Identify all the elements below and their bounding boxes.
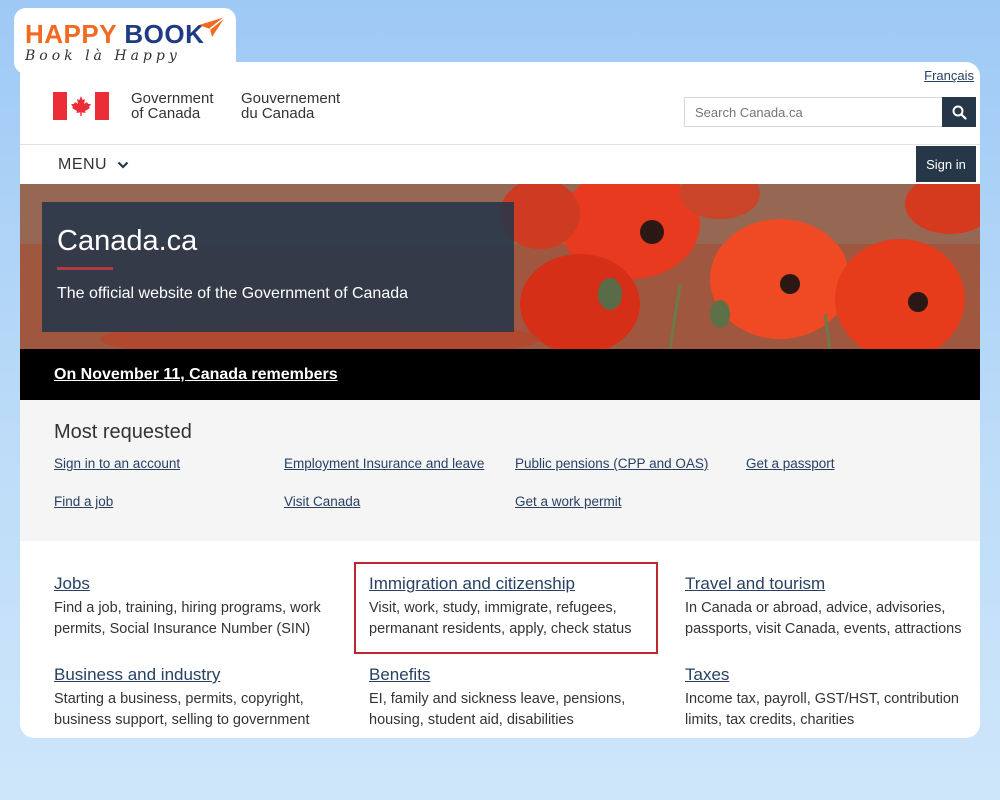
topic-title-travel[interactable]: Travel and tourism bbox=[685, 574, 970, 594]
hero-title-panel: Canada.ca The official website of the Go… bbox=[42, 202, 514, 332]
topic-taxes: Taxes Income tax, payroll, GST/HST, cont… bbox=[685, 665, 970, 731]
canada-homepage: Français Government of Canada Gouverneme… bbox=[20, 62, 980, 738]
topic-title-taxes[interactable]: Taxes bbox=[685, 665, 970, 685]
topic-jobs: Jobs Find a job, training, hiring progra… bbox=[54, 574, 339, 640]
work-permit-link[interactable]: Get a work permit bbox=[515, 494, 622, 509]
topic-title-benefits[interactable]: Benefits bbox=[369, 665, 654, 685]
francais-link[interactable]: Français bbox=[924, 68, 974, 83]
logo-tagline: Book là Happy bbox=[25, 48, 181, 64]
search-input[interactable] bbox=[684, 97, 942, 127]
menu-button[interactable]: MENU bbox=[58, 156, 129, 174]
visit-canada-link[interactable]: Visit Canada bbox=[284, 494, 360, 509]
topic-desc-benefits: EI, family and sickness leave, pensions,… bbox=[369, 691, 626, 728]
public-pensions-link[interactable]: Public pensions (CPP and OAS) bbox=[515, 456, 708, 471]
header-divider bbox=[20, 144, 980, 145]
happy-book-logo: HAPPY BOOK Book là Happy bbox=[14, 8, 236, 74]
canada-flag-icon bbox=[53, 92, 109, 120]
feature-banner: On November 11, Canada remembers bbox=[20, 349, 980, 400]
most-requested-title: Most requested bbox=[54, 421, 192, 443]
menu-label: MENU bbox=[58, 156, 108, 173]
topic-title-business[interactable]: Business and industry bbox=[54, 665, 339, 685]
hero-banner: Canada.ca The official website of the Go… bbox=[20, 184, 980, 349]
find-job-link[interactable]: Find a job bbox=[54, 494, 113, 509]
signature-english[interactable]: Government of Canada bbox=[131, 91, 214, 121]
most-requested-section: Most requested Sign in to an account Emp… bbox=[20, 400, 980, 541]
search-bar bbox=[684, 97, 976, 127]
search-button[interactable] bbox=[942, 97, 976, 127]
topic-title-jobs[interactable]: Jobs bbox=[54, 574, 339, 594]
topic-desc-business: Starting a business, permits, copyright,… bbox=[54, 691, 310, 728]
employment-insurance-link[interactable]: Employment Insurance and leave bbox=[284, 456, 484, 471]
paper-plane-icon bbox=[199, 16, 226, 37]
get-passport-link[interactable]: Get a passport bbox=[746, 456, 835, 471]
topic-travel: Travel and tourism In Canada or abroad, … bbox=[685, 574, 970, 640]
topic-business: Business and industry Starting a busines… bbox=[54, 665, 339, 731]
remembrance-day-link[interactable]: On November 11, Canada remembers bbox=[54, 366, 338, 384]
signature-french[interactable]: Gouvernement du Canada bbox=[241, 91, 340, 121]
immigration-highlight-box bbox=[354, 562, 658, 654]
hero-title: Canada.ca bbox=[57, 225, 198, 257]
sign-in-button[interactable]: Sign in bbox=[916, 146, 976, 182]
chevron-down-icon bbox=[117, 161, 129, 169]
topic-benefits: Benefits EI, family and sickness leave, … bbox=[369, 665, 654, 731]
topic-desc-travel: In Canada or abroad, advice, advisories,… bbox=[685, 600, 962, 637]
topic-desc-taxes: Income tax, payroll, GST/HST, contributi… bbox=[685, 691, 959, 728]
hero-subtitle: The official website of the Government o… bbox=[57, 285, 409, 302]
topic-desc-jobs: Find a job, training, hiring programs, w… bbox=[54, 600, 321, 637]
hero-title-underline bbox=[57, 267, 113, 270]
sign-in-account-link[interactable]: Sign in to an account bbox=[54, 456, 180, 471]
search-icon bbox=[952, 105, 967, 120]
